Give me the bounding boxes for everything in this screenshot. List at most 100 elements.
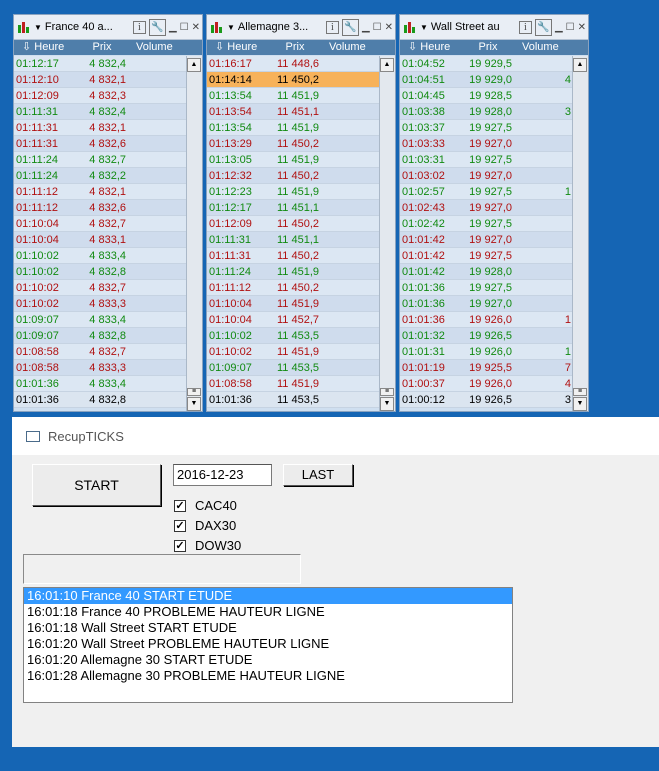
tick-row[interactable]: 01:02:42 19 927,5 [400,216,574,232]
tick-row[interactable]: 01:01:42 19 928,0 [400,264,574,280]
tick-row[interactable]: 01:12:09 4 832,3 [14,88,188,104]
col-heure[interactable]: ⇩ Heure [14,40,74,55]
tick-row[interactable]: 01:03:33 19 927,0 [400,136,574,152]
tick-row[interactable]: 01:12:17 4 832,4 [14,56,188,72]
checkbox-dax30[interactable]: ✓ DAX30 [174,518,236,533]
minimize-icon[interactable]: ▁ [362,22,370,33]
dropdown-arrow-icon[interactable]: ▼ [420,23,428,32]
tick-row[interactable]: 01:01:36 11 453,5 [207,392,381,408]
checkbox-box[interactable]: ✓ [174,539,186,552]
tick-row[interactable]: 01:13:05 11 451,9 [207,152,381,168]
log-item[interactable]: 16:01:18 Wall Street START ETUDE [24,620,512,636]
tick-row[interactable]: 01:04:45 19 928,5 [400,88,574,104]
tick-row[interactable]: 01:13:54 11 451,9 [207,120,381,136]
maximize-icon[interactable]: ☐ [180,22,189,33]
tick-row[interactable]: 01:10:02 4 833,4 [14,248,188,264]
tick-row[interactable]: 01:13:54 11 451,9 [207,88,381,104]
col-volume[interactable]: Volume [323,40,379,55]
scroll-down-icon[interactable]: ▼ [573,397,587,411]
col-heure[interactable]: ⇩ Heure [400,40,460,55]
scroll-up-icon[interactable]: ▲ [187,58,201,72]
log-item[interactable]: 16:01:18 France 40 PROBLEME HAUTEUR LIGN… [24,604,512,620]
info-icon[interactable]: i [518,21,532,34]
tick-row[interactable]: 01:13:29 11 450,2 [207,136,381,152]
dropdown-arrow-icon[interactable]: ▼ [227,23,235,32]
dropdown-arrow-icon[interactable]: ▼ [34,23,42,32]
tick-row[interactable]: 01:00:37 19 926,0 4 [400,376,574,392]
maximize-icon[interactable]: ☐ [566,22,575,33]
tick-row[interactable]: 01:08:58 4 833,3 [14,360,188,376]
tick-row[interactable]: 01:12:32 11 450,2 [207,168,381,184]
log-item[interactable]: 16:01:20 Wall Street PROBLEME HAUTEUR LI… [24,636,512,652]
tick-row[interactable]: 01:11:24 4 832,7 [14,152,188,168]
tick-row[interactable]: 01:04:52 19 929,5 [400,56,574,72]
tick-row[interactable]: 01:03:37 19 927,5 [400,120,574,136]
tick-row[interactable]: 01:01:36 19 927,5 [400,280,574,296]
wrench-icon[interactable]: 🔧 [341,19,359,36]
log-listbox[interactable]: 16:01:10 France 40 START ETUDE 16:01:18 F… [23,587,513,703]
tick-row[interactable]: 01:11:12 4 832,1 [14,184,188,200]
wrench-icon[interactable]: 🔧 [148,19,166,36]
minimize-icon[interactable]: ▁ [169,22,177,33]
tick-row[interactable]: 01:09:07 11 453,5 [207,360,381,376]
tick-row[interactable]: 01:02:57 19 927,5 1 [400,184,574,200]
vertical-scrollbar[interactable]: ▲ ≡ ▼ [379,56,395,411]
tick-row[interactable]: 01:10:04 11 451,9 [207,296,381,312]
tick-row[interactable]: 01:01:42 19 927,5 [400,248,574,264]
tick-row[interactable]: 01:12:23 11 451,9 [207,184,381,200]
tick-row[interactable]: 01:12:10 4 832,1 [14,72,188,88]
col-volume[interactable]: Volume [130,40,186,55]
tick-row[interactable]: 01:12:17 11 451,1 [207,200,381,216]
tick-row[interactable]: 01:01:42 19 927,0 [400,232,574,248]
tick-row[interactable]: 01:10:02 11 453,5 [207,328,381,344]
tick-row[interactable]: 01:13:54 11 451,1 [207,104,381,120]
tick-row[interactable]: 01:01:36 19 926,0 1 [400,312,574,328]
tick-row[interactable]: 01:00:12 19 926,5 3 [400,392,574,408]
tick-row[interactable]: 01:03:31 19 927,5 [400,152,574,168]
tick-row[interactable]: 01:14:14 11 450,2 [207,72,381,88]
scroll-up-icon[interactable]: ▲ [380,58,394,72]
maximize-icon[interactable]: ☐ [373,22,382,33]
tick-row[interactable]: 01:01:36 4 832,8 [14,392,188,408]
info-icon[interactable]: i [325,21,339,34]
tick-row[interactable]: 01:11:31 11 451,1 [207,232,381,248]
date-field[interactable]: 2016-12-23 [173,464,272,486]
tick-row[interactable]: 01:11:24 4 832,2 [14,168,188,184]
col-volume[interactable]: Volume [516,40,572,55]
checkbox-dow30[interactable]: ✓ DOW30 [174,538,241,553]
scroll-down-icon[interactable]: ▼ [187,397,201,411]
checkbox-cac40[interactable]: ✓ CAC40 [174,498,237,513]
scroll-thumb[interactable]: ≡ [380,388,394,396]
tick-row[interactable]: 01:10:02 4 832,8 [14,264,188,280]
scroll-thumb[interactable]: ≡ [187,388,201,396]
checkbox-box[interactable]: ✓ [174,499,186,512]
minimize-icon[interactable]: ▁ [555,22,563,33]
tick-row[interactable]: 01:03:38 19 928,0 3 [400,104,574,120]
tick-row[interactable]: 01:01:36 4 833,4 [14,376,188,392]
tick-row[interactable]: 01:01:36 19 927,0 [400,296,574,312]
col-prix[interactable]: Prix [460,40,516,55]
tick-row[interactable]: 01:09:07 4 833,4 [14,312,188,328]
tick-row[interactable]: 01:11:31 11 450,2 [207,248,381,264]
tick-row[interactable]: 01:11:31 4 832,1 [14,120,188,136]
tick-row[interactable]: 01:11:12 4 832,6 [14,200,188,216]
tick-row[interactable]: 01:16:17 11 448,6 [207,56,381,72]
tick-row[interactable]: 01:01:31 19 926,0 1 [400,344,574,360]
log-item[interactable]: 16:01:28 Allemagne 30 PROBLEME HAUTEUR L… [24,668,512,684]
close-icon[interactable]: ✕ [385,22,393,33]
tick-row[interactable]: 01:11:31 4 832,6 [14,136,188,152]
tick-row[interactable]: 01:10:04 4 833,1 [14,232,188,248]
close-icon[interactable]: ✕ [192,22,200,33]
tick-row[interactable]: 01:11:24 11 451,9 [207,264,381,280]
close-icon[interactable]: ✕ [578,22,586,33]
tick-row[interactable]: 01:01:32 19 926,5 [400,328,574,344]
tick-row[interactable]: 01:10:02 4 833,3 [14,296,188,312]
log-item[interactable]: 16:01:10 France 40 START ETUDE [24,588,512,604]
col-heure[interactable]: ⇩ Heure [207,40,267,55]
info-icon[interactable]: i [132,21,146,34]
scroll-up-icon[interactable]: ▲ [573,58,587,72]
tick-row[interactable]: 01:02:43 19 927,0 [400,200,574,216]
last-button[interactable]: LAST [283,464,353,486]
tick-row[interactable]: 01:10:02 11 451,9 [207,344,381,360]
checkbox-box[interactable]: ✓ [174,519,186,532]
